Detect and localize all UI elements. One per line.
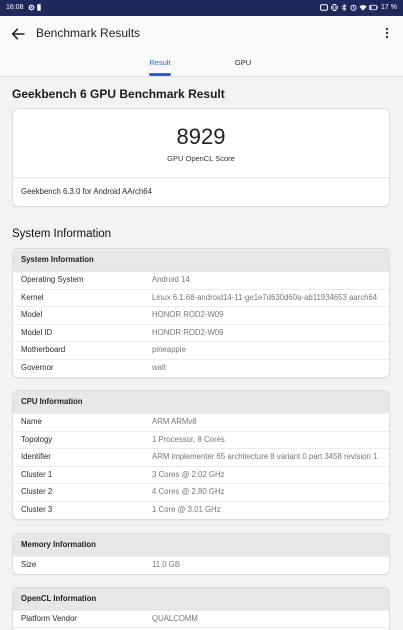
info-row: Name ARM ARMv8 <box>13 413 389 431</box>
divider <box>13 177 389 178</box>
overflow-menu-button[interactable] <box>380 24 394 42</box>
system-information-card: System Information Operating System Andr… <box>12 248 390 378</box>
tab-bar: Result GPU <box>0 51 403 77</box>
gpu-score-label: GPU OpenCL Score <box>167 154 235 163</box>
gpu-score-value: 8929 <box>176 124 226 149</box>
sim-card-icon <box>37 4 41 11</box>
info-row: Operating System Android 14 <box>13 271 389 289</box>
info-row: Kernel Linux 6.1.68-android14-11-ge1e7d6… <box>13 288 389 307</box>
row-label: Cluster 3 <box>21 504 53 514</box>
info-row: Governor walt <box>13 358 389 377</box>
alarm-icon <box>350 4 357 11</box>
info-row: Cluster 1 3 Cores @ 2.02 GHz <box>13 465 389 484</box>
row-value: 1 Processor, 8 Cores <box>152 434 225 444</box>
row-value: 3 Cores @ 2.02 GHz <box>152 469 225 479</box>
row-value: walt <box>152 362 166 372</box>
card-header: Memory Information <box>13 534 389 556</box>
row-value: ARM implementer 65 architecture 8 varian… <box>152 452 378 462</box>
battery-percentage: 17 % <box>381 4 397 11</box>
row-value: 4 Cores @ 2.80 GHz <box>152 487 225 497</box>
info-row: Model HONOR ROD2-W09 <box>13 306 389 324</box>
row-value: Linux 6.1.68-android14-11-ge1e7d630d60a-… <box>152 292 378 302</box>
card-header: System Information <box>13 249 389 271</box>
vibrate-icon <box>331 4 338 11</box>
row-label: Size <box>21 560 37 569</box>
score-card: 8929 GPU OpenCL Score Geekbench 6.3.0 fo… <box>12 108 390 207</box>
system-information-heading: System Information <box>12 228 112 240</box>
row-label: Operating System <box>21 275 84 284</box>
memory-information-card: Memory Information Size 11.0 GB <box>12 533 390 575</box>
row-value: QUALCOMM <box>152 614 198 623</box>
info-row: Cluster 2 4 Cores @ 2.80 GHz <box>13 483 389 501</box>
app-bar: Benchmark Results <box>0 16 403 51</box>
info-row: Platform Vendor QUALCOMM <box>13 610 389 628</box>
row-value: HONOR ROD2-W09 <box>152 310 224 320</box>
result-heading: Geekbench 6 GPU Benchmark Result <box>12 87 225 101</box>
row-label: Motherboard <box>21 345 66 355</box>
wifi-icon <box>359 4 367 11</box>
info-row: Motherboard pineapple <box>13 341 389 359</box>
nfc-icon <box>320 4 328 11</box>
info-row: Size 11.0 GB <box>13 556 389 574</box>
opencl-information-card: OpenCL Information Platform Vendor QUALC… <box>12 587 390 630</box>
row-label: Name <box>21 417 42 426</box>
gear-icon <box>28 4 35 11</box>
page-title: Benchmark Results <box>36 26 141 40</box>
info-row: Model ID HONOR ROD2-W09 <box>13 323 389 342</box>
card-header: CPU Information <box>13 391 389 413</box>
battery-icon <box>369 4 378 11</box>
tab-gpu[interactable]: GPU <box>213 51 273 75</box>
tab-result[interactable]: Result <box>130 51 190 75</box>
cpu-information-card: CPU Information Name ARM ARMv8 Topology … <box>12 390 390 520</box>
row-label: Identifier <box>21 452 51 462</box>
row-value: 1 Core @ 3.01 GHz <box>152 504 221 514</box>
row-label: Kernel <box>21 292 44 302</box>
row-label: Cluster 2 <box>21 487 53 497</box>
row-label: Cluster 1 <box>21 469 53 479</box>
more-vertical-icon <box>385 27 389 39</box>
row-value: ARM ARMv8 <box>152 417 197 426</box>
row-label: Model ID <box>21 327 53 337</box>
info-row: Topology 1 Processor, 8 Cores <box>13 430 389 449</box>
row-value: HONOR ROD2-W09 <box>152 327 224 337</box>
card-header: OpenCL Information <box>13 588 389 610</box>
status-bar: 16:08 17 % <box>0 0 403 16</box>
bluetooth-icon <box>341 4 347 11</box>
row-value: Android 14 <box>152 275 190 284</box>
status-time: 16:08 <box>6 4 24 11</box>
info-row: Identifier ARM implementer 65 architectu… <box>13 448 389 466</box>
benchmark-version: Geekbench 6.3.0 for Android AArch64 <box>21 187 152 196</box>
row-label: Platform Vendor <box>21 614 77 623</box>
info-row: Cluster 3 1 Core @ 3.01 GHz <box>13 500 389 519</box>
arrow-back-icon <box>11 28 25 40</box>
row-value: pineapple <box>152 345 186 355</box>
row-label: Topology <box>21 434 53 444</box>
tab-indicator <box>149 73 171 76</box>
row-label: Model <box>21 310 43 320</box>
row-label: Governor <box>21 362 54 372</box>
back-button[interactable] <box>9 25 27 43</box>
row-value: 11.0 GB <box>152 560 181 569</box>
